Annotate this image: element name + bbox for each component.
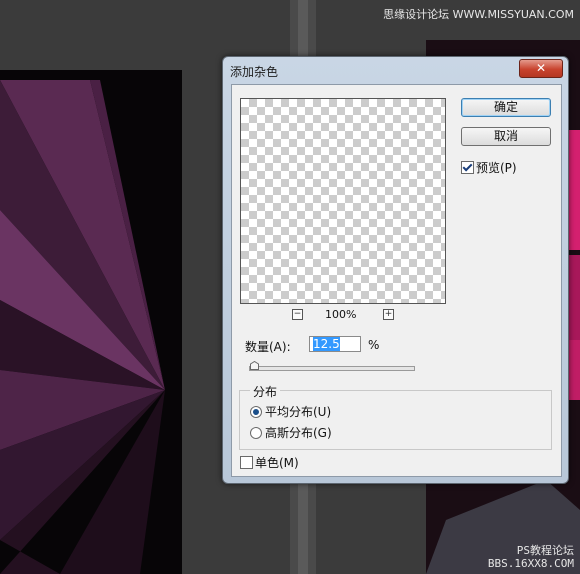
- dialog-title: 添加杂色: [230, 65, 279, 79]
- preview-checkbox-label: 预览(P): [476, 161, 517, 175]
- amount-value: 12.5: [313, 337, 340, 351]
- amount-row: 数量(A): 12.5 %: [245, 336, 379, 355]
- amount-slider-track[interactable]: [249, 366, 415, 371]
- monochromatic-checkbox[interactable]: [240, 456, 253, 469]
- radio-gaussian-row[interactable]: 高斯分布(G): [250, 424, 332, 441]
- ok-button[interactable]: 确定: [461, 98, 551, 117]
- distribution-legend: 分布: [250, 383, 281, 400]
- dialog-body: − 100% + 确定 取消 预览(P) 数量(A): 12.5 % 分布 平均…: [231, 84, 562, 477]
- monochromatic-row[interactable]: 单色(M): [240, 454, 299, 471]
- distribution-group: 分布 平均分布(U) 高斯分布(G): [239, 383, 552, 450]
- zoom-out-button[interactable]: −: [292, 309, 303, 320]
- watermark-bottom-line1: PS教程论坛: [516, 544, 574, 557]
- radio-uniform[interactable]: [250, 406, 262, 418]
- radio-uniform-label: 平均分布(U): [265, 405, 332, 419]
- cancel-button[interactable]: 取消: [461, 127, 551, 146]
- artwork-fan: [0, 80, 165, 574]
- dialog-titlebar[interactable]: 添加杂色 ✕: [223, 57, 568, 83]
- zoom-level: 100%: [325, 308, 357, 321]
- minus-icon: −: [293, 309, 302, 319]
- close-icon: ✕: [535, 61, 547, 75]
- radio-gaussian-label: 高斯分布(G): [265, 426, 332, 440]
- preview-checkbox-row[interactable]: 预览(P): [461, 159, 517, 176]
- preview-checkbox[interactable]: [461, 161, 474, 174]
- add-noise-dialog: 添加杂色 ✕ − 100% + 确定 取消 预览(P) 数量(A): 12.5 …: [222, 56, 569, 484]
- zoom-in-button[interactable]: +: [383, 309, 394, 320]
- amount-input[interactable]: 12.5: [309, 336, 361, 352]
- document-canvas-left: [0, 70, 182, 574]
- amount-unit: %: [368, 338, 380, 352]
- monochromatic-label: 单色(M): [255, 456, 299, 470]
- watermark-bottom-line2: BBS.16XX8.COM: [487, 557, 574, 570]
- radio-uniform-row[interactable]: 平均分布(U): [250, 403, 331, 420]
- watermark-bottom: PS教程论坛 BBS.16XX8.COM: [488, 544, 574, 570]
- close-button[interactable]: ✕: [519, 59, 563, 78]
- amount-slider-thumb[interactable]: [250, 361, 260, 370]
- watermark-top: 思缘设计论坛 WWW.MISSYUAN.COM: [383, 8, 574, 21]
- filter-preview[interactable]: [240, 98, 446, 304]
- radio-gaussian[interactable]: [250, 427, 262, 439]
- amount-label: 数量(A):: [245, 340, 291, 354]
- zoom-controls: − 100% +: [240, 308, 446, 324]
- plus-icon: +: [384, 309, 393, 319]
